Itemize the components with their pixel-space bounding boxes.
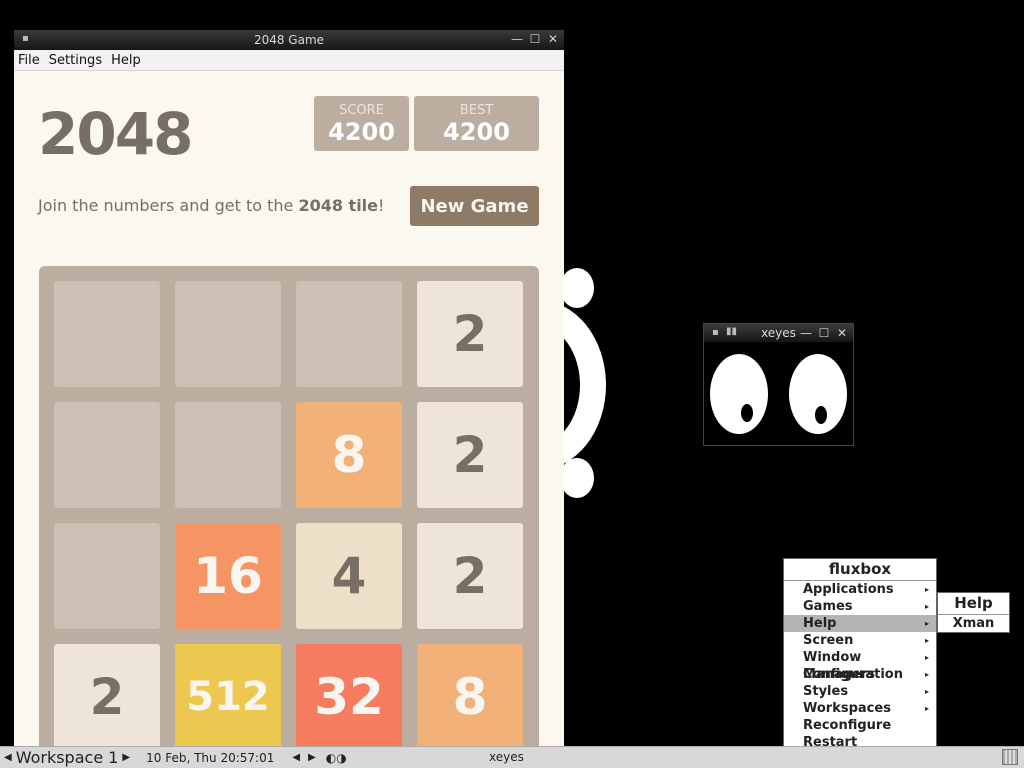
score-value: 4200 xyxy=(328,118,395,146)
empty-cell xyxy=(54,402,160,508)
fluxbox-menu-title: fluxbox xyxy=(784,559,936,581)
stick-icon[interactable]: ▮▮ xyxy=(726,326,737,337)
keyboard-icon[interactable] xyxy=(1002,749,1018,765)
submenu-arrow-icon: ▸ xyxy=(924,602,929,611)
best-label: BEST xyxy=(459,103,494,118)
submenu-arrow-icon: ▸ xyxy=(924,653,929,662)
right-eye xyxy=(789,354,847,434)
menu-bar: File Settings Help xyxy=(14,50,564,71)
menu-file[interactable]: File xyxy=(17,53,48,68)
fluxbox-menu-item-games[interactable]: Games ▸ xyxy=(784,598,936,615)
best-value: 4200 xyxy=(443,118,510,146)
game-board: 2 8 2 16 4 2 2 512 32 8 xyxy=(39,266,539,748)
fluxbox-menu-item-styles[interactable]: Styles ▸ xyxy=(784,683,936,700)
tile-2: 2 xyxy=(54,644,160,748)
prev-window-icon[interactable]: ◀ xyxy=(288,752,304,763)
submenu-arrow-icon: ▸ xyxy=(924,687,929,696)
xeyes-title: xeyes xyxy=(761,326,796,340)
minimize-icon[interactable]: — xyxy=(799,325,813,341)
window-menu-icon[interactable]: ▪ xyxy=(22,33,29,44)
game-heading: 2048 xyxy=(38,100,193,168)
tile-2: 2 xyxy=(417,281,523,387)
menu-item-label: Workspaces xyxy=(803,701,891,716)
desktop-logo-dot xyxy=(560,458,594,498)
xeyes-task-icon[interactable]: ◐◑ xyxy=(326,751,347,765)
empty-cell xyxy=(54,523,160,629)
next-window-icon[interactable]: ▶ xyxy=(304,752,320,763)
next-workspace-icon[interactable]: ▶ xyxy=(118,752,134,763)
menu-item-label: Configuration xyxy=(803,667,903,682)
xeyes-titlebar[interactable]: ▪ ▮▮ xeyes — ☐ ✕ xyxy=(704,324,853,342)
tile-8: 8 xyxy=(417,644,523,748)
submenu-arrow-icon: ▸ xyxy=(924,619,929,628)
xeyes-window: ▪ ▮▮ xeyes — ☐ ✕ xyxy=(703,323,854,446)
fluxbox-menu-item-window-managers[interactable]: Window Managers ▸ xyxy=(784,649,936,682)
menu-item-label: Reconfigure xyxy=(803,718,892,733)
left-pupil xyxy=(741,404,753,422)
maximize-icon[interactable]: ☐ xyxy=(528,31,542,47)
empty-cell xyxy=(54,281,160,387)
menu-item-label: Styles xyxy=(803,684,849,699)
tile-2: 2 xyxy=(417,523,523,629)
new-game-button[interactable]: New Game xyxy=(410,186,539,226)
best-box: BEST 4200 xyxy=(414,96,539,151)
score-label: SCORE xyxy=(339,103,384,118)
empty-cell xyxy=(175,281,281,387)
task-xeyes[interactable]: xeyes xyxy=(489,750,524,764)
menu-item-label: Help xyxy=(803,616,837,631)
fluxbox-menu-item-configuration[interactable]: Configuration ▸ xyxy=(784,666,936,683)
menu-item-label: Games xyxy=(803,599,853,614)
tile-32: 32 xyxy=(296,644,402,748)
window-menu-icon[interactable]: ▪ xyxy=(712,327,719,338)
window-titlebar[interactable]: ▪ 2048 Game — ☐ ✕ xyxy=(14,30,564,50)
close-icon[interactable]: ✕ xyxy=(546,31,560,47)
fluxbox-menu-item-screen[interactable]: Screen ▸ xyxy=(784,632,936,649)
help-submenu: Help Xman xyxy=(937,592,1010,633)
empty-cell xyxy=(296,281,402,387)
taskbar: ◀ Workspace 1 ▶ 10 Feb, Thu 20:57:01 ◀ ▶… xyxy=(0,746,1024,768)
tile-16: 16 xyxy=(175,523,281,629)
menu-item-label: Screen xyxy=(803,633,854,648)
fluxbox-menu-item-applications[interactable]: Applications ▸ xyxy=(784,581,936,598)
maximize-icon[interactable]: ☐ xyxy=(817,325,831,341)
game-window: ▪ 2048 Game — ☐ ✕ File Settings Help 204… xyxy=(14,30,564,748)
window-title: 2048 Game xyxy=(253,33,325,47)
left-eye xyxy=(710,354,768,434)
intro-text: Join the numbers and get to the 2048 til… xyxy=(38,196,385,215)
submenu-arrow-icon: ▸ xyxy=(924,636,929,645)
menu-help[interactable]: Help xyxy=(110,53,149,68)
tile-4: 4 xyxy=(296,523,402,629)
menu-settings[interactable]: Settings xyxy=(48,53,110,68)
empty-cell xyxy=(175,402,281,508)
tile-8: 8 xyxy=(296,402,402,508)
fluxbox-menu: fluxbox Applications ▸ Games ▸ Help ▸ Screen ▸ W… xyxy=(783,558,937,768)
fluxbox-menu-item-reconfigure[interactable]: Reconfigure xyxy=(784,717,936,734)
score-box: SCORE 4200 xyxy=(314,96,409,151)
clock: 10 Feb, Thu 20:57:01 xyxy=(146,750,275,765)
submenu-arrow-icon: ▸ xyxy=(924,670,929,679)
help-submenu-title: Help xyxy=(938,593,1009,615)
help-submenu-item-xman[interactable]: Xman xyxy=(938,615,1009,632)
submenu-arrow-icon: ▸ xyxy=(924,585,929,594)
menu-item-label: Applications xyxy=(803,582,894,597)
right-pupil xyxy=(815,406,827,424)
workspace-label[interactable]: Workspace 1 xyxy=(16,748,119,767)
tile-512: 512 xyxy=(175,644,281,748)
desktop-logo-dot xyxy=(560,268,594,308)
minimize-icon[interactable]: — xyxy=(510,31,524,47)
close-icon[interactable]: ✕ xyxy=(835,325,849,341)
tile-2: 2 xyxy=(417,402,523,508)
fluxbox-menu-item-help[interactable]: Help ▸ xyxy=(784,615,936,632)
prev-workspace-icon[interactable]: ◀ xyxy=(0,752,16,763)
submenu-arrow-icon: ▸ xyxy=(924,704,929,713)
fluxbox-menu-item-workspaces[interactable]: Workspaces ▸ xyxy=(784,700,936,717)
